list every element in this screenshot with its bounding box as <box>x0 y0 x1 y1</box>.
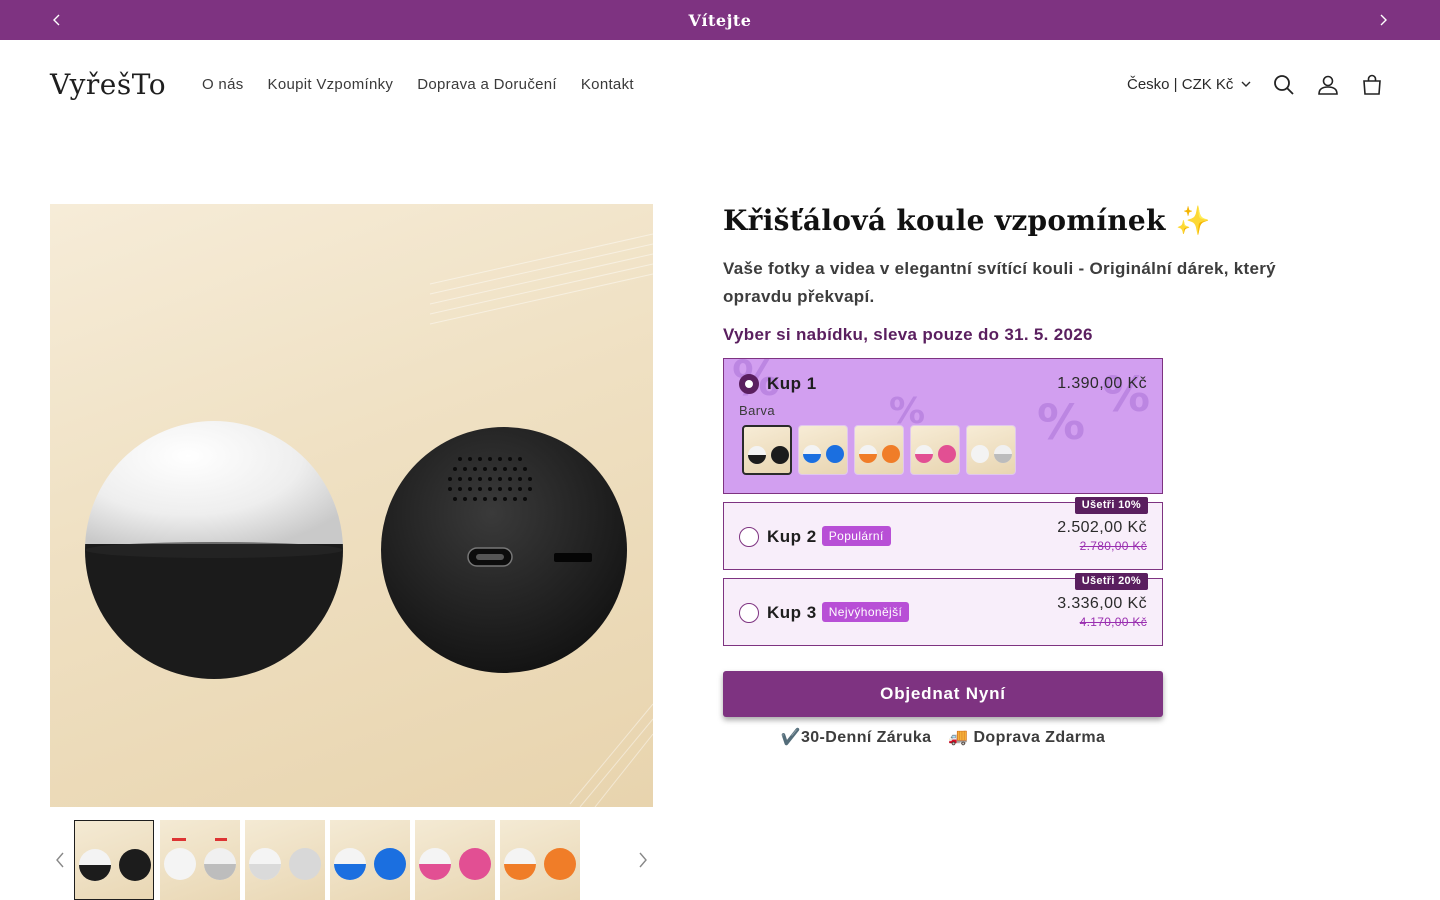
guarantee-30-day: ✔️30-Denní Záruka <box>780 729 932 746</box>
announcement-next-icon[interactable] <box>1371 8 1395 32</box>
thumbnail-white-silver[interactable] <box>160 820 240 900</box>
bundle-3-label: Kup 3 <box>767 603 817 622</box>
thumb-next-icon[interactable] <box>631 848 655 872</box>
bundle-2-price: 2.502,00 Kč <box>1057 519 1147 536</box>
swatch-orange[interactable] <box>854 425 904 475</box>
bundle-option-2[interactable]: Ušetři 10% Kup 2 Populární 2.502,00 Kč 2.… <box>723 497 1163 570</box>
nav-link-koupit[interactable]: Koupit Vzpomínky <box>268 76 394 93</box>
bundle-option-1[interactable]: % % % % Kup 1 1.390,00 Kč Barva <box>723 351 1163 494</box>
announcement-text: Vítejte <box>688 10 752 30</box>
bundle-3-label-wrap: Kup 3 Nejvýhonější <box>767 602 910 623</box>
announcement-prev-icon[interactable] <box>45 8 69 32</box>
thumbnail-pink[interactable] <box>415 820 495 900</box>
swatch-pink[interactable] <box>910 425 960 475</box>
color-label: Barva <box>739 403 775 418</box>
logo[interactable]: VyřešTo <box>50 68 166 101</box>
swatch-blue[interactable] <box>798 425 848 475</box>
main-nav: O nás Koupit Vzpomínky Doprava a Doručen… <box>190 76 646 93</box>
swatch-silver[interactable] <box>966 425 1016 475</box>
nav-link-o-nas[interactable]: O nás <box>202 76 244 93</box>
product-description: Vaše fotky a videa v elegantní svítící k… <box>723 259 1276 306</box>
product-title: Křišťálová koule vzpomínek ✨ <box>723 204 1211 237</box>
bundle-2-radio[interactable] <box>739 527 759 547</box>
nav-link-kontakt[interactable]: Kontakt <box>581 76 634 93</box>
bundle-1-radio[interactable] <box>739 374 759 394</box>
thumbnail-blue[interactable] <box>330 820 410 900</box>
thumb-prev-icon[interactable] <box>48 848 72 872</box>
save-badge: Ušetři 10% <box>1074 497 1148 514</box>
percent-decoration: % <box>1037 395 1086 451</box>
swatch-black[interactable] <box>742 425 792 475</box>
bundle-3-old-price: 4.170,00 Kč <box>1079 615 1147 629</box>
bundle-3-radio[interactable] <box>739 603 759 623</box>
nav-link-doprava[interactable]: Doprava a Doručení <box>417 76 557 93</box>
search-icon[interactable] <box>1272 73 1296 97</box>
save-badge: Ušetři 20% <box>1074 573 1148 590</box>
thumbnail-orange[interactable] <box>500 820 580 900</box>
bundle-2-old-price: 2.780,00 Kč <box>1079 539 1147 553</box>
thumbnail-black[interactable] <box>74 820 154 900</box>
chevron-down-icon <box>1241 81 1251 87</box>
bundle-3-price: 3.336,00 Kč <box>1057 595 1147 612</box>
order-now-button[interactable]: Objednat Nyní <box>723 671 1163 717</box>
cart-icon[interactable] <box>1360 73 1384 97</box>
popular-badge: Populární <box>821 526 891 546</box>
best-value-badge: Nejvýhonější <box>821 602 910 622</box>
product-main-image[interactable] <box>50 204 653 807</box>
thumbnail-strip <box>50 820 653 900</box>
offer-text: Vyber si nabídku, sleva pouze do 31. 5. … <box>723 325 1093 344</box>
bundle-2-label: Kup 2 <box>767 527 817 546</box>
crystal-ball-image <box>85 233 653 807</box>
account-icon[interactable] <box>1316 73 1340 97</box>
announcement-bar: Vítejte <box>0 0 1440 40</box>
guarantee-free-shipping: 🚚 Doprava Zdarma <box>948 729 1106 746</box>
bundle-option-3[interactable]: Ušetři 20% Kup 3 Nejvýhonější 3.336,00 Kč… <box>723 573 1163 646</box>
site-header: VyřešTo O nás Koupit Vzpomínky Doprava a… <box>0 40 1440 132</box>
bundle-1-price: 1.390,00 Kč <box>1057 375 1147 392</box>
bundle-1-label: Kup 1 <box>767 374 817 393</box>
country-selector[interactable]: Česko | CZK Kč <box>1127 76 1251 93</box>
guarantees: ✔️30-Denní Záruka 🚚 Doprava Zdarma <box>723 727 1163 747</box>
bundle-2-label-wrap: Kup 2 Populární <box>767 526 891 547</box>
thumbnail-silver[interactable] <box>245 820 325 900</box>
country-label: Česko | CZK Kč <box>1127 76 1234 93</box>
